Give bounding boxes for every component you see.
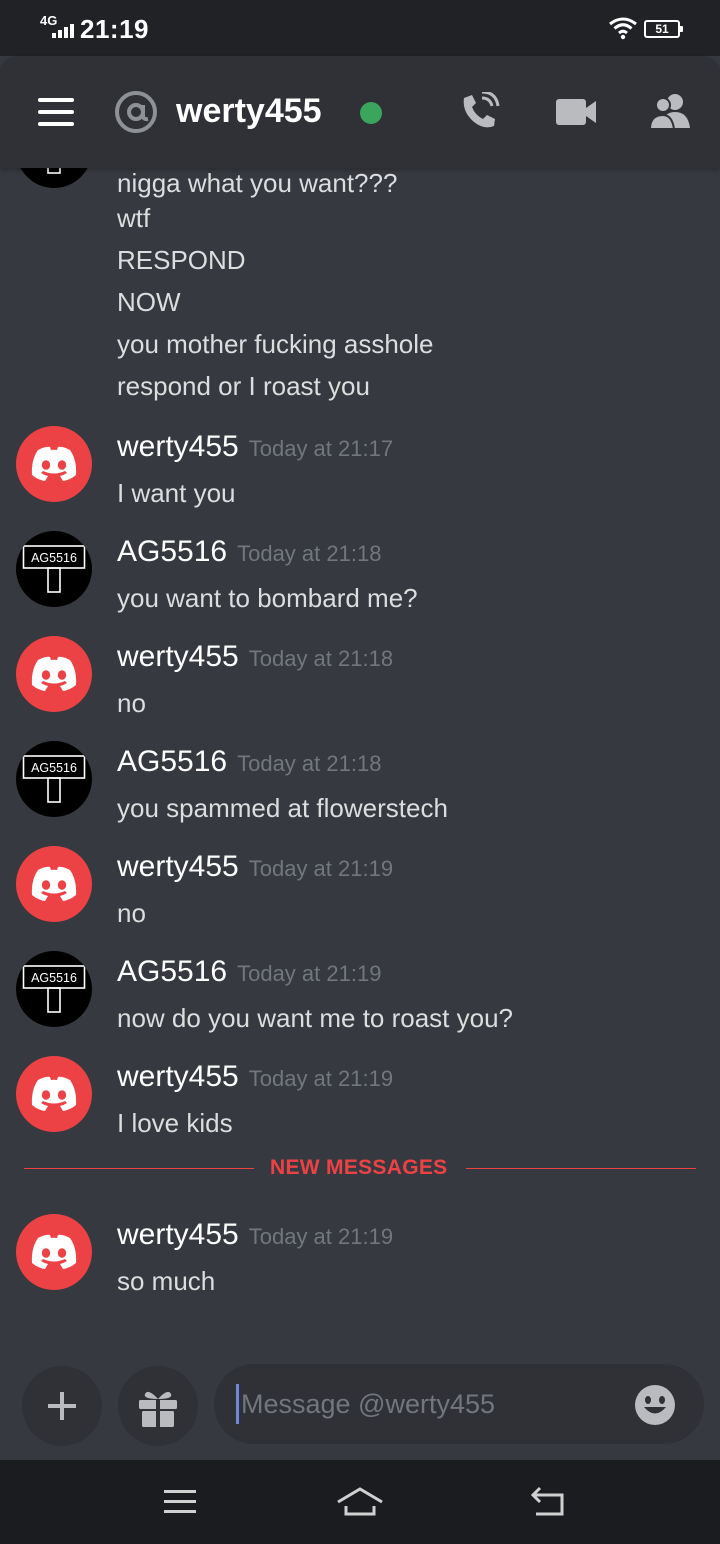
message-input[interactable] xyxy=(236,1384,626,1424)
avatar-werty455[interactable] xyxy=(16,426,92,502)
message-header: werty455 Today at 21:19 xyxy=(117,1218,393,1252)
online-status-icon xyxy=(360,102,382,124)
message-header: AG5516 Today at 21:19 xyxy=(117,955,381,989)
author-name[interactable]: werty455 xyxy=(117,640,239,673)
timestamp: Today at 21:17 xyxy=(248,436,394,461)
message-text: I love kids xyxy=(117,1108,233,1138)
back-icon[interactable] xyxy=(528,1482,568,1522)
timestamp: Today at 21:18 xyxy=(237,751,382,776)
message-header: AG5516 Today at 21:18 xyxy=(117,535,381,569)
discord-logo-icon xyxy=(16,1056,92,1132)
avatar-ag5516[interactable] xyxy=(16,168,92,188)
timestamp: Today at 21:18 xyxy=(248,646,394,671)
add-attachment-button[interactable] xyxy=(22,1366,102,1446)
author-name[interactable]: werty455 xyxy=(117,1060,239,1093)
recents-icon[interactable] xyxy=(160,1482,200,1522)
message-text: I want you xyxy=(117,478,236,508)
avatar-ag5516[interactable] xyxy=(16,531,92,607)
discord-logo-icon xyxy=(16,846,92,922)
message-text: nigga what you want??? xyxy=(117,168,398,198)
message-header: AG5516 Today at 21:18 xyxy=(117,745,381,779)
message-composer xyxy=(0,1358,720,1460)
gift-button[interactable] xyxy=(118,1366,198,1446)
channel-title: werty455 xyxy=(176,92,322,130)
discord-logo-icon xyxy=(16,1214,92,1290)
author-name[interactable]: werty455 xyxy=(117,850,239,883)
ag5516-avatar-image xyxy=(22,959,86,1021)
discord-logo-icon xyxy=(16,636,92,712)
message-text: now do you want me to roast you? xyxy=(117,1003,514,1033)
message-text: NOW xyxy=(117,287,181,317)
timestamp: Today at 21:19 xyxy=(248,1066,394,1091)
message-header: werty455 Today at 21:19 xyxy=(117,850,393,884)
message-text: respond or I roast you xyxy=(117,371,370,401)
signal-icon xyxy=(52,24,74,38)
chat-header: werty455 xyxy=(0,56,720,168)
avatar-ag5516[interactable] xyxy=(16,741,92,817)
members-icon[interactable] xyxy=(648,92,692,132)
message-text: RESPOND xyxy=(117,245,246,275)
avatar-werty455[interactable] xyxy=(16,846,92,922)
avatar-werty455[interactable] xyxy=(16,1056,92,1132)
author-name[interactable]: werty455 xyxy=(117,430,239,463)
discord-logo-icon xyxy=(16,426,92,502)
message-header: werty455 Today at 21:18 xyxy=(117,640,393,674)
message-text: no xyxy=(117,898,146,928)
author-name[interactable]: AG5516 xyxy=(117,745,227,778)
ag5516-avatar-image xyxy=(22,539,86,601)
author-name[interactable]: AG5516 xyxy=(117,535,227,568)
message-input-container xyxy=(214,1364,704,1444)
message-header: werty455 Today at 21:19 xyxy=(117,1060,393,1094)
system-nav-bar xyxy=(0,1460,720,1544)
avatar-werty455[interactable] xyxy=(16,636,92,712)
hamburger-menu-icon[interactable] xyxy=(38,98,74,126)
avatar-ag5516[interactable] xyxy=(16,951,92,1027)
video-camera-icon[interactable] xyxy=(554,92,598,132)
clock: 21:19 xyxy=(80,14,149,44)
timestamp: Today at 21:19 xyxy=(237,961,382,986)
ag5516-avatar-image xyxy=(22,168,86,182)
at-icon xyxy=(115,91,157,133)
author-name[interactable]: AG5516 xyxy=(117,955,227,988)
message-text: you want to bombard me? xyxy=(117,583,418,613)
new-messages-divider: NEW MESSAGES xyxy=(24,1156,696,1180)
timestamp: Today at 21:18 xyxy=(237,541,382,566)
message-header: werty455 Today at 21:17 xyxy=(117,430,393,464)
gift-icon xyxy=(139,1391,177,1427)
plus-icon xyxy=(48,1392,76,1420)
avatar-werty455[interactable] xyxy=(16,1214,92,1290)
wifi-icon xyxy=(609,17,637,40)
timestamp: Today at 21:19 xyxy=(248,856,394,881)
message-text: no xyxy=(117,688,146,718)
message-text: wtf xyxy=(117,203,151,233)
call-icon[interactable] xyxy=(458,92,502,132)
status-bar: 4G 21:19 51 xyxy=(0,0,720,56)
message-list[interactable]: nigga what you want??? wtf RESPOND NOW y… xyxy=(0,168,720,1358)
home-icon[interactable] xyxy=(336,1482,384,1522)
message-text: you spammed at flowerstech xyxy=(117,793,448,823)
message-text: you mother fucking asshole xyxy=(117,329,434,359)
timestamp: Today at 21:19 xyxy=(248,1224,394,1249)
new-messages-label: NEW MESSAGES xyxy=(270,1156,448,1179)
author-name[interactable]: werty455 xyxy=(117,1218,239,1251)
battery-icon: 51 xyxy=(644,20,683,38)
emoji-icon[interactable] xyxy=(634,1384,676,1426)
ag5516-avatar-image xyxy=(22,749,86,811)
message-text: so much xyxy=(117,1266,216,1296)
